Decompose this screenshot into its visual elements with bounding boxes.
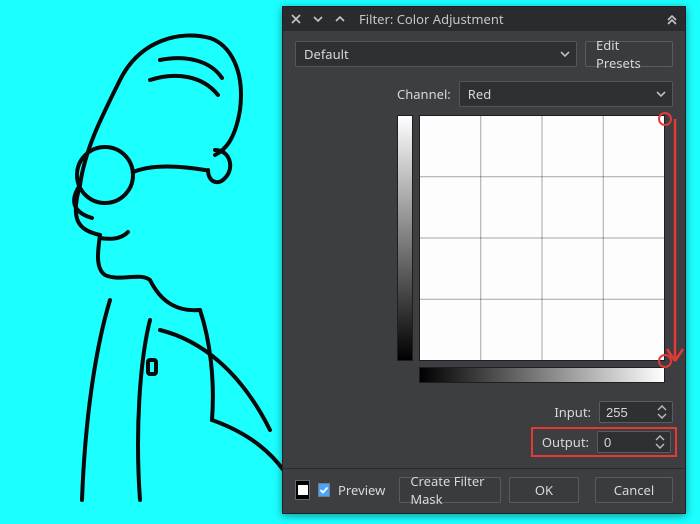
ok-label: OK: [535, 481, 553, 499]
create-filter-mask-label: Create Filter Mask: [410, 472, 490, 508]
dialog-titlebar: Filter: Color Adjustment: [283, 7, 685, 31]
cancel-label: Cancel: [614, 481, 654, 499]
compare-swatch[interactable]: [295, 480, 310, 500]
swatch-inner: [298, 485, 308, 495]
curve-grid[interactable]: [419, 115, 665, 361]
output-highlight: Output:: [531, 427, 677, 457]
close-icon[interactable]: [289, 12, 303, 26]
preview-checkbox[interactable]: [318, 483, 330, 497]
channel-label: Channel:: [397, 85, 451, 103]
preview-label: Preview: [338, 481, 385, 499]
input-spinbox[interactable]: [599, 401, 673, 423]
dbl-chevron-up-icon[interactable]: [665, 12, 679, 26]
chevron-down-icon: [560, 50, 570, 58]
curve-editor[interactable]: [397, 115, 673, 391]
channel-value: Red: [468, 85, 491, 103]
preset-value: Default: [304, 45, 349, 63]
input-label: Input:: [539, 403, 591, 421]
channel-combo[interactable]: Red: [459, 81, 673, 107]
spin-arrows[interactable]: [657, 403, 669, 421]
horizontal-gradient: [419, 367, 665, 383]
chevron-down-icon: [656, 90, 666, 98]
create-filter-mask-button[interactable]: Create Filter Mask: [399, 477, 501, 503]
vertical-gradient: [397, 115, 413, 361]
output-label: Output:: [537, 433, 589, 451]
chevron-up-icon[interactable]: [333, 12, 347, 26]
dialog-footer: Preview Create Filter Mask OK Cancel: [283, 468, 685, 513]
chevron-down-icon[interactable]: [311, 12, 325, 26]
output-spinbox[interactable]: [597, 431, 671, 453]
ok-button[interactable]: OK: [509, 477, 579, 503]
cancel-button[interactable]: Cancel: [595, 477, 673, 503]
edit-presets-label: Edit Presets: [596, 36, 662, 72]
preset-combo[interactable]: Default: [295, 41, 577, 67]
edit-presets-button[interactable]: Edit Presets: [585, 41, 673, 67]
dialog-title: Filter: Color Adjustment: [355, 10, 657, 28]
spin-arrows[interactable]: [655, 433, 667, 451]
color-adjustment-dialog: Filter: Color Adjustment Default Edit Pr…: [282, 6, 686, 514]
